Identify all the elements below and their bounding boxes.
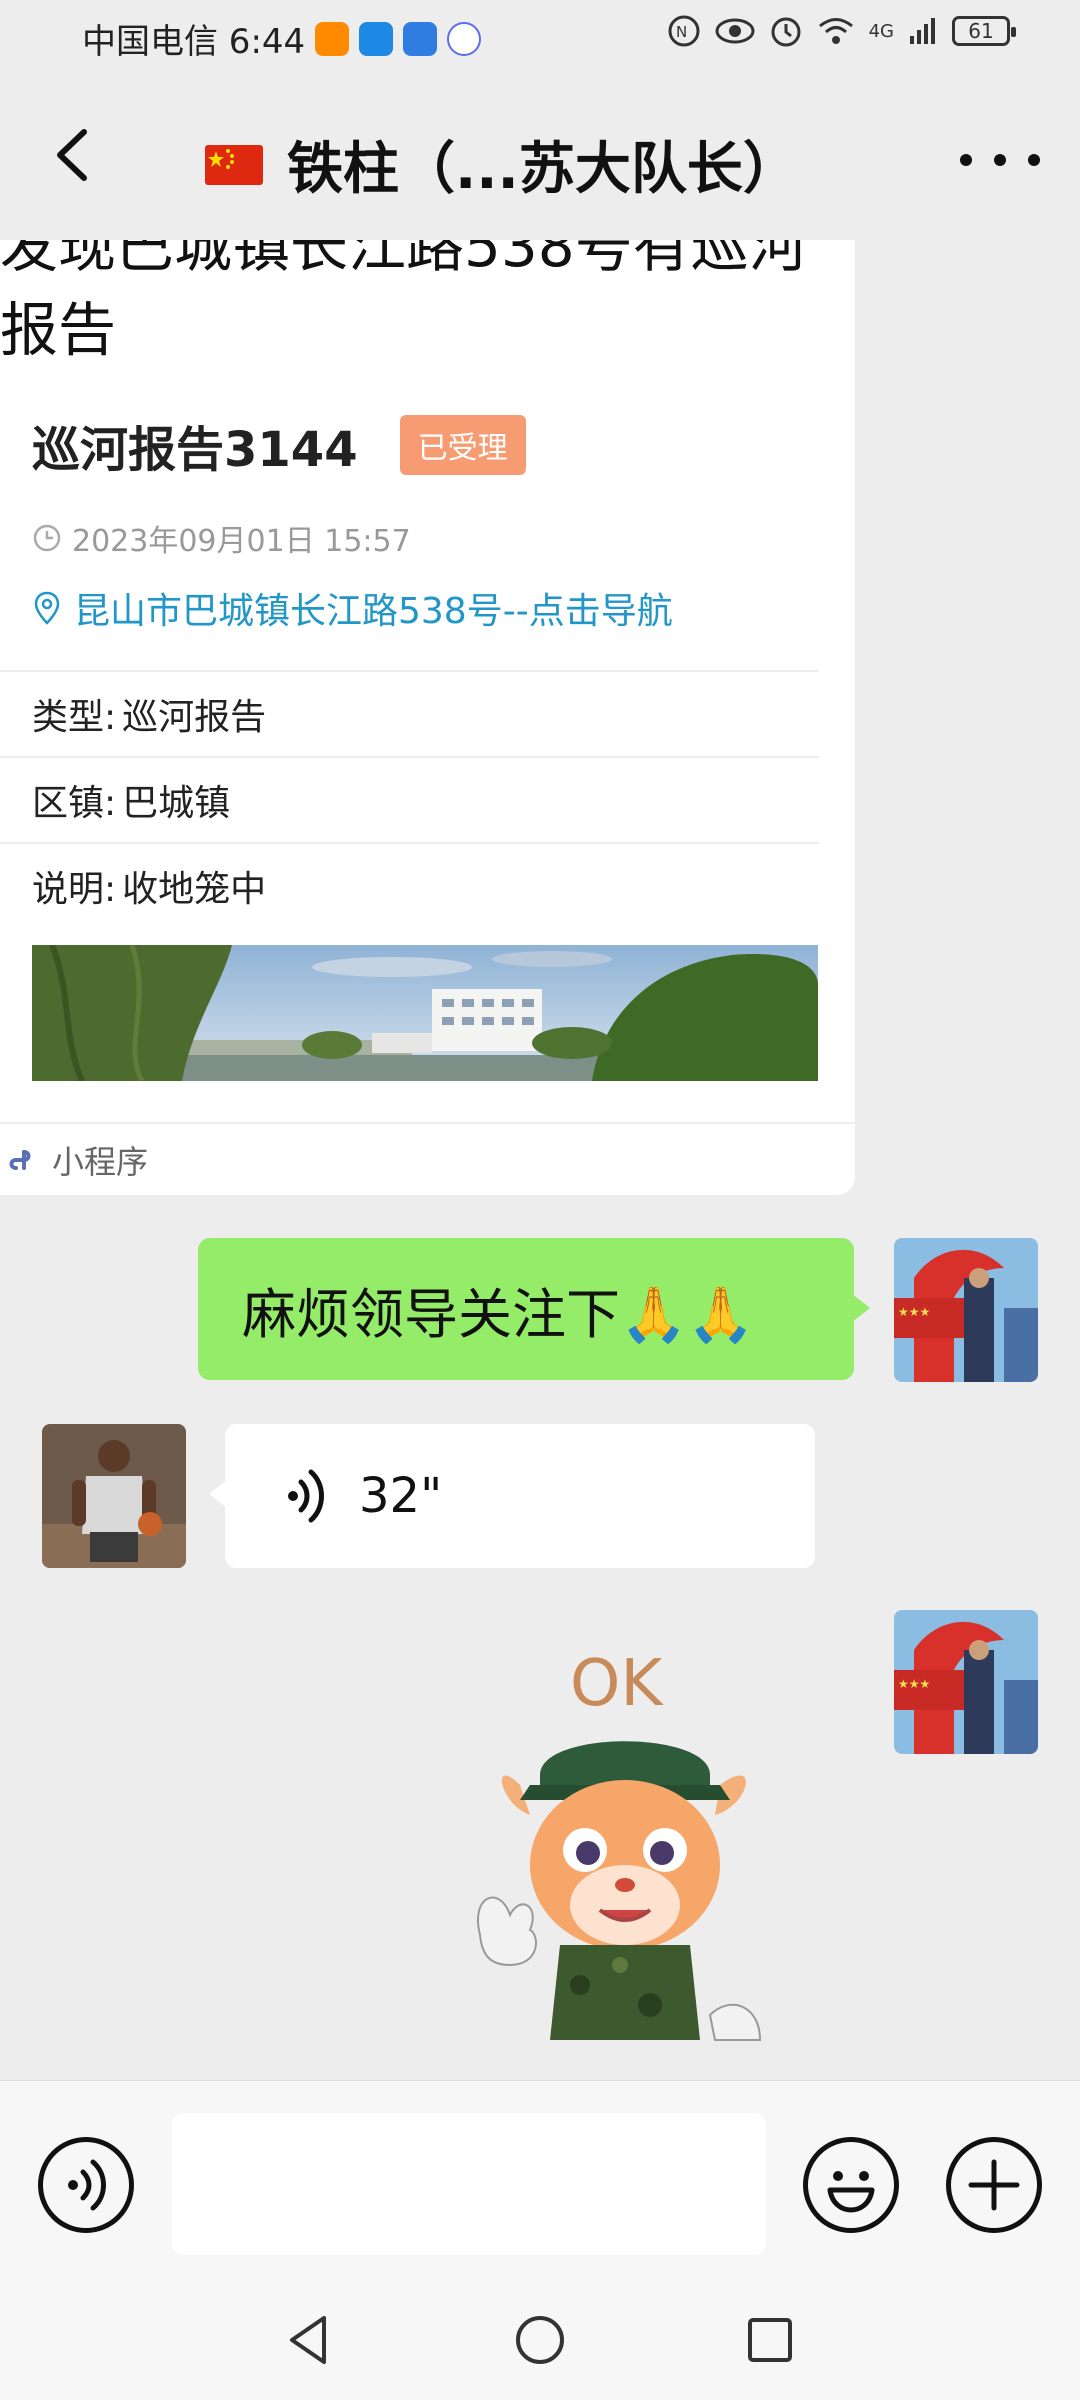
clock-icon <box>33 524 61 552</box>
cloud-icon <box>403 21 438 56</box>
system-navigation-bar <box>0 2280 1080 2400</box>
river-scene-image <box>32 945 818 1081</box>
voice-icon <box>68 2159 106 2211</box>
system-recents-button[interactable] <box>740 2310 800 2370</box>
alarm-icon <box>771 17 801 47</box>
circle-home-icon <box>516 2316 564 2364</box>
more-dot-icon <box>994 154 1006 166</box>
info-value: 收地笼中 <box>122 869 267 910</box>
report-title: 巡河报告3144 <box>32 422 358 478</box>
back-button[interactable] <box>40 120 110 190</box>
report-info-rows: 类型: 巡河报告 区镇: 巴城镇 说明: 收地笼中 <box>0 670 855 928</box>
more-options-button[interactable] <box>960 130 1040 190</box>
info-row-description: 说明: 收地笼中 <box>0 842 819 928</box>
system-back-button[interactable] <box>280 2310 340 2370</box>
svg-text:★★★: ★★★ <box>898 1305 930 1319</box>
avatar[interactable] <box>42 1424 186 1568</box>
mini-program-source: 小程序 <box>0 1122 855 1195</box>
message-input[interactable] <box>172 2113 766 2255</box>
battery-level: 61 <box>968 19 994 43</box>
taobao-icon <box>315 21 350 56</box>
location-text: 昆山市巴城镇长江路538号--点击导航 <box>74 591 673 632</box>
info-label: 区镇: <box>32 783 117 824</box>
chat-messages[interactable]: 发现巴城镇长江路538号有巡河报告 巡河报告3144 已受理 2023年09月0… <box>0 240 1080 2080</box>
card-headline: 发现巴城镇长江路538号有巡河报告 <box>0 240 807 364</box>
info-label: 说明: <box>32 869 117 910</box>
sent-text-message[interactable]: 麻烦领导关注下🙏🙏 <box>198 1238 870 1380</box>
network-type: 4G <box>868 20 894 42</box>
china-flag-icon <box>205 144 263 185</box>
deer-soldier-sticker-image: OK <box>477 1647 762 2041</box>
emoji-button[interactable] <box>803 2137 899 2233</box>
avatar[interactable]: ★★★ <box>894 1238 1038 1382</box>
svg-text:N: N <box>676 23 687 41</box>
sticker-text: OK <box>570 1647 664 1721</box>
chat-input-bar <box>0 2080 1080 2280</box>
system-home-button[interactable] <box>510 2310 570 2370</box>
signal-icon <box>910 18 935 44</box>
triangle-back-icon <box>290 2316 326 2364</box>
nfc-icon: N <box>668 15 700 47</box>
square-recents-icon <box>748 2318 792 2362</box>
contact-avatar-image <box>42 1424 186 1568</box>
chat-title: 铁柱（...苏大队长） <box>205 124 799 205</box>
mini-program-label: 小程序 <box>52 1142 149 1181</box>
ok-sticker[interactable]: OK <box>460 1635 790 2045</box>
status-badge: 已受理 <box>399 415 526 475</box>
eye-comfort-icon <box>715 18 755 44</box>
my-avatar-image: ★★★ <box>894 1610 1038 1754</box>
more-dot-icon <box>960 154 972 166</box>
navigate-location-link[interactable]: 昆山市巴城镇长江路538号--点击导航 <box>32 582 673 634</box>
wifi-icon <box>818 18 853 44</box>
emoji-icon <box>827 2171 875 2213</box>
status-left: 中国电信 6:44 <box>82 14 482 63</box>
location-pin-icon <box>34 591 60 625</box>
chevron-left-icon <box>57 129 87 181</box>
more-features-button[interactable] <box>946 2137 1042 2233</box>
report-title-row: 巡河报告3144 已受理 <box>32 410 526 480</box>
chat-title-text: 铁柱（...苏大队长） <box>287 137 799 202</box>
music-icon <box>447 21 482 56</box>
my-avatar-image: ★★★ <box>894 1238 1038 1382</box>
info-value: 巡河报告 <box>122 697 267 738</box>
more-dot-icon <box>1028 154 1040 166</box>
voice-input-button[interactable] <box>38 2137 134 2233</box>
info-label: 类型: <box>32 697 117 738</box>
status-bar: 中国电信 6:44 N 4G 61 <box>0 0 1080 70</box>
status-right: N 4G 61 <box>667 14 1016 48</box>
info-value: 巴城镇 <box>122 783 231 824</box>
message-text: 麻烦领导关注下🙏🙏 <box>242 1282 755 1346</box>
info-row-type: 类型: 巡河报告 <box>0 670 819 756</box>
voice-duration: 32" <box>359 1468 443 1524</box>
carrier-time: 中国电信 6:44 <box>82 22 306 62</box>
avatar[interactable]: ★★★ <box>894 1610 1038 1754</box>
mini-program-card[interactable]: 发现巴城镇长江路538号有巡河报告 巡河报告3144 已受理 2023年09月0… <box>0 240 855 1195</box>
received-voice-message[interactable]: 32" <box>209 1424 815 1568</box>
report-date: 2023年09月01日 15:57 <box>72 524 411 559</box>
voice-wave-icon <box>288 1469 324 1523</box>
weather-icon <box>359 21 394 56</box>
report-date-row: 2023年09月01日 15:57 <box>32 516 411 560</box>
report-photo[interactable] <box>32 945 818 1081</box>
plus-icon <box>968 2159 1020 2211</box>
battery-indicator: 61 <box>952 16 1016 46</box>
svg-text:★★★: ★★★ <box>898 1677 930 1691</box>
mini-program-icon <box>9 1149 31 1170</box>
chat-header: 铁柱（...苏大队长） <box>0 70 1080 240</box>
info-row-town: 区镇: 巴城镇 <box>0 756 819 842</box>
